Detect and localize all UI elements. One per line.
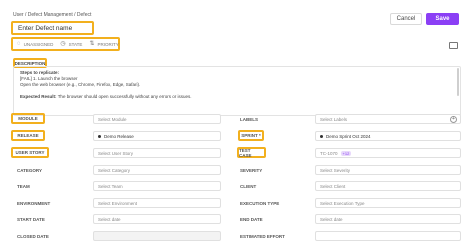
estimated-effort-input[interactable] bbox=[315, 231, 461, 241]
client-label: CLIENT bbox=[240, 183, 257, 189]
message-icon[interactable] bbox=[449, 42, 458, 49]
closed-date-field bbox=[93, 231, 221, 241]
environment-select[interactable]: Select Environment bbox=[93, 198, 221, 208]
test-case-label: TEST CASE bbox=[237, 147, 266, 158]
status-label: UNASSIGNED bbox=[23, 41, 54, 47]
description-scrollbar[interactable] bbox=[457, 68, 459, 96]
sprint-label-text: SPRINT bbox=[241, 133, 258, 138]
expected-result: Expected Result: The browser should open… bbox=[20, 94, 454, 100]
team-select[interactable]: Select Team bbox=[93, 181, 221, 191]
environment-label: ENVIRONMENT bbox=[17, 200, 51, 206]
end-date-picker[interactable]: Select date bbox=[315, 214, 461, 224]
expected-text: The browser should open successfully wit… bbox=[57, 94, 192, 99]
release-label: RELEASE bbox=[11, 130, 45, 141]
add-icon[interactable]: + bbox=[450, 116, 457, 123]
sort-icon: ⇅ bbox=[89, 41, 95, 47]
execution-type-select[interactable]: Select Execution Type bbox=[315, 198, 461, 208]
sprint-dot-icon bbox=[320, 134, 323, 138]
release-dot-icon bbox=[98, 134, 101, 138]
category-select[interactable]: Select Category bbox=[93, 165, 221, 175]
defect-meta-bar: ◌ UNASSIGNED ◷ STATE ⇅ PRIORITY bbox=[11, 37, 120, 51]
status-selector[interactable]: ◌ UNASSIGNED bbox=[17, 41, 53, 47]
sprint-select[interactable]: Demo Sprint Oct 2024 bbox=[315, 131, 461, 141]
expected-label: Expected Result: bbox=[20, 94, 57, 99]
dashed-circle-icon: ◌ bbox=[17, 41, 21, 47]
priority-selector[interactable]: ⇅ PRIORITY bbox=[89, 41, 118, 47]
sprint-label: SPRINT * bbox=[238, 130, 264, 141]
category-label: CATEGORY bbox=[17, 167, 43, 173]
module-label: MODULE bbox=[11, 113, 45, 124]
clock-icon: ◷ bbox=[60, 41, 66, 47]
client-select[interactable]: Select Client bbox=[315, 181, 461, 191]
sprint-value: Demo Sprint Oct 2024 bbox=[326, 133, 371, 139]
labels-select[interactable]: Select Labels + bbox=[315, 114, 461, 124]
user-story-label: USER STORY bbox=[11, 147, 49, 158]
state-selector[interactable]: ◷ STATE bbox=[60, 41, 82, 47]
end-date-label: END DATE bbox=[240, 216, 263, 222]
module-select[interactable]: Select Module bbox=[93, 114, 221, 124]
save-button[interactable]: Save bbox=[426, 13, 459, 25]
release-value: Demo Release bbox=[104, 133, 134, 139]
execution-type-label: EXECUTION TYPE bbox=[240, 200, 280, 206]
breadcrumb[interactable]: User / Defect Management / Defect bbox=[13, 12, 91, 18]
user-story-select[interactable]: Select User Story bbox=[93, 148, 221, 158]
defect-name-input[interactable]: Enter Defect name bbox=[11, 21, 94, 35]
priority-label: PRIORITY bbox=[97, 41, 119, 47]
start-date-picker[interactable]: Select date bbox=[93, 214, 221, 224]
closed-date-label: CLOSED DATE bbox=[17, 233, 49, 239]
labels-placeholder: Select Labels bbox=[320, 116, 348, 122]
test-case-select[interactable]: TC-1070 +12 bbox=[315, 148, 461, 158]
test-case-value: TC-1070 bbox=[320, 150, 338, 156]
start-date-label: START DATE bbox=[17, 216, 45, 222]
team-label: TEAM bbox=[17, 183, 30, 189]
state-label: STATE bbox=[68, 41, 83, 47]
cancel-button[interactable]: Cancel bbox=[390, 13, 422, 25]
severity-select[interactable]: Select Severity bbox=[315, 165, 461, 175]
estimated-effort-label: ESTIMATED EFFORT bbox=[240, 233, 285, 239]
severity-label: SEVERITY bbox=[240, 167, 263, 173]
description-editor[interactable]: Steps to replicate: [FAIL] 1. Launch the… bbox=[13, 66, 461, 116]
defect-name-placeholder: Enter Defect name bbox=[18, 24, 73, 32]
test-case-count-badge: +12 bbox=[340, 150, 352, 156]
labels-label: LABELS bbox=[240, 116, 258, 122]
release-select[interactable]: Demo Release bbox=[93, 131, 221, 141]
